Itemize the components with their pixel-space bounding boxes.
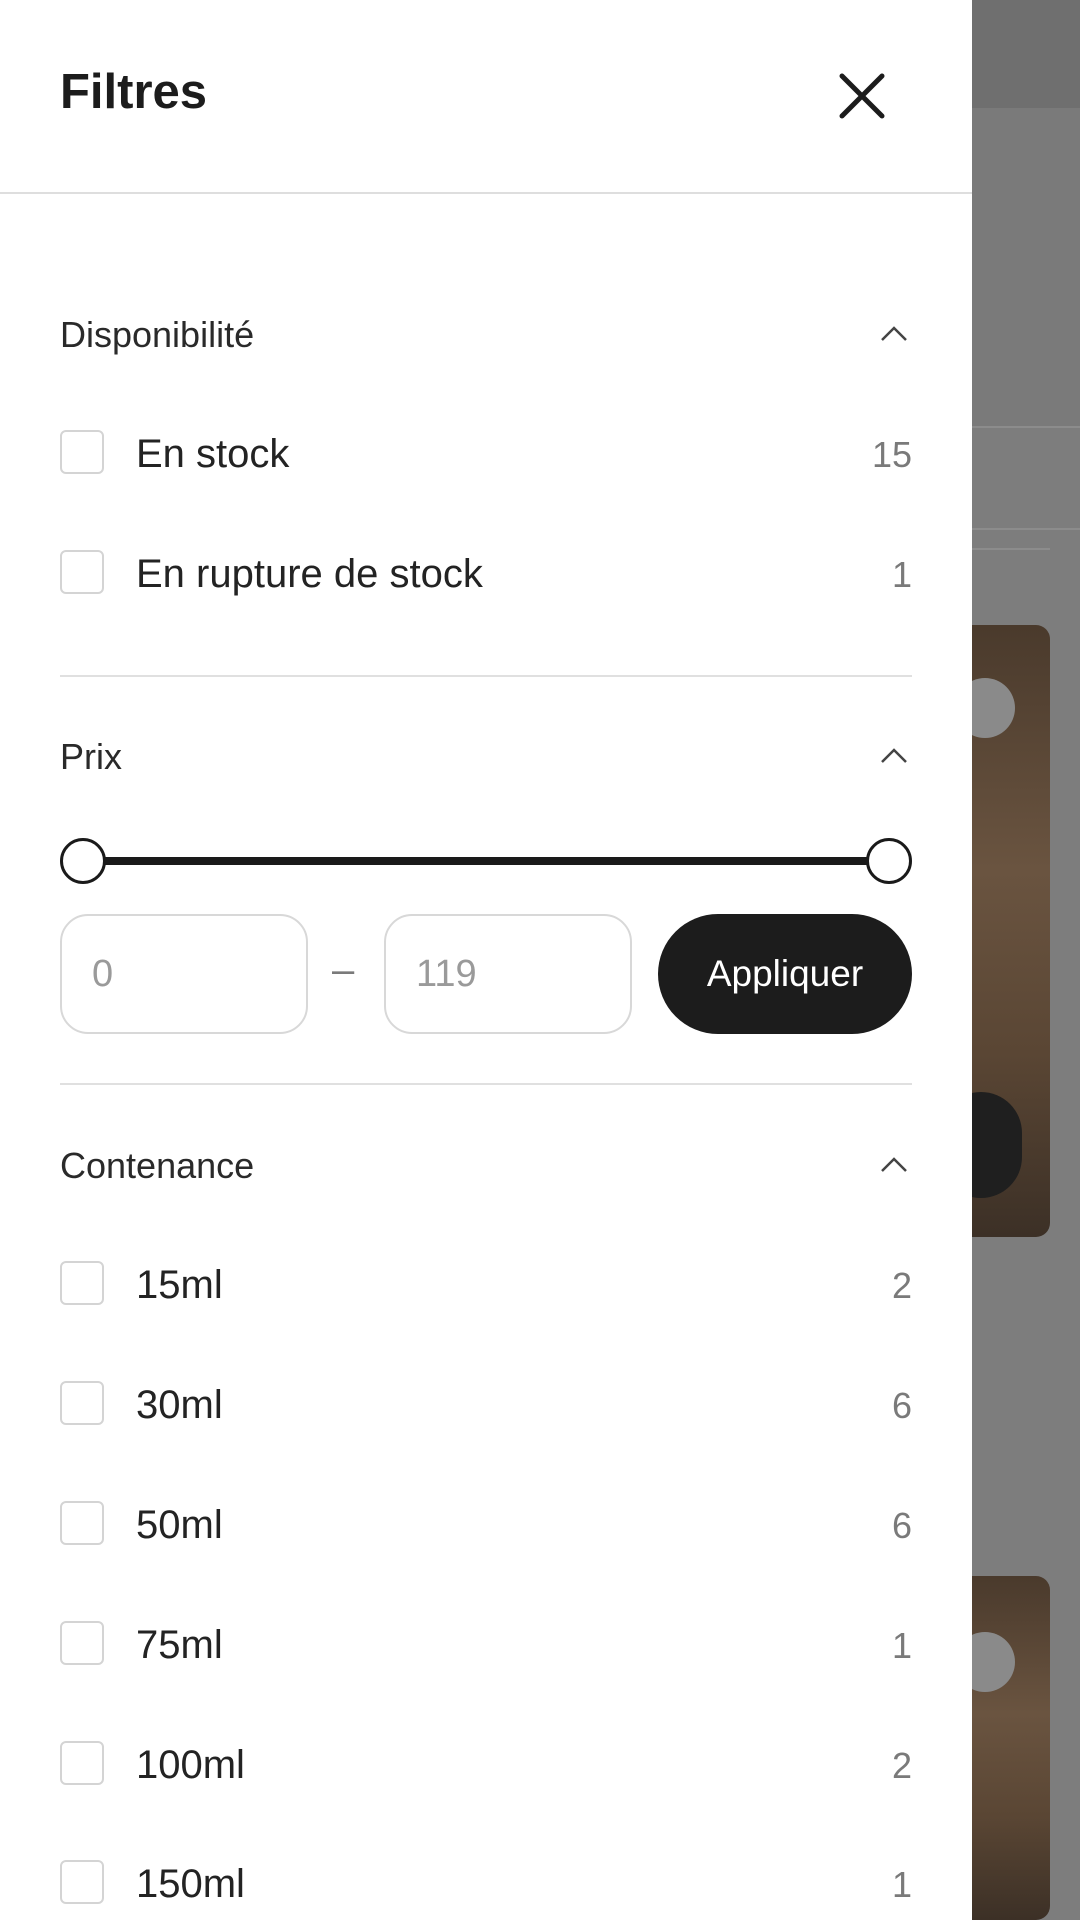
section-title-availability: Disponibilité [60,314,255,355]
option-label: 50ml [136,1503,223,1547]
option-count: 6 [891,1505,912,1546]
chevron-up-icon [881,1157,907,1172]
background-banner [972,108,1080,426]
filter-drawer: Filtres Disponibilité En stock 15 En rup… [0,0,972,1920]
option-count: 1 [891,554,912,595]
checkbox[interactable] [60,1381,104,1425]
section-divider [60,675,912,677]
checkbox[interactable] [60,1860,104,1904]
section-title-price: Prix [60,736,122,777]
option-label: 100ml [136,1743,245,1787]
option-label: 15ml [136,1263,223,1307]
option-count: 2 [891,1745,912,1786]
chevron-up-icon [881,748,907,763]
close-icon [839,73,885,119]
close-button[interactable] [830,64,894,128]
checkbox[interactable] [60,1501,104,1545]
option-out-of-stock[interactable]: En rupture de stock 1 [60,542,912,602]
option-count: 6 [891,1385,912,1426]
option-75ml[interactable]: 75ml 1 [60,1613,912,1673]
checkbox[interactable] [60,1621,104,1665]
slider-thumb-max[interactable] [866,838,912,884]
option-label: 150ml [136,1862,245,1906]
background-product-card [972,1576,1050,1920]
checkbox[interactable] [60,430,104,474]
option-count: 1 [891,1864,912,1905]
section-toggle-availability[interactable]: Disponibilité [60,302,912,362]
drawer-header: Filtres [0,0,972,194]
section-toggle-price[interactable]: Prix [60,724,912,784]
price-inputs-row: – Appliquer [60,914,912,1034]
option-150ml[interactable]: 150ml 1 [60,1852,912,1912]
checkbox[interactable] [60,550,104,594]
price-min-input[interactable] [60,914,308,1034]
price-range-slider[interactable] [60,838,912,884]
background-header [972,0,1080,108]
background-divider [972,426,1080,428]
option-15ml[interactable]: 15ml 2 [60,1253,912,1313]
slider-fill [82,857,890,865]
option-in-stock[interactable]: En stock 15 [60,422,912,482]
price-max-input[interactable] [384,914,632,1034]
background-divider [972,548,1050,550]
option-50ml[interactable]: 50ml 6 [60,1493,912,1553]
option-label: En rupture de stock [136,552,483,596]
option-100ml[interactable]: 100ml 2 [60,1733,912,1793]
option-count: 15 [871,434,912,475]
option-label: En stock [136,432,290,476]
slider-thumb-min[interactable] [60,838,106,884]
option-30ml[interactable]: 30ml 6 [60,1373,912,1433]
option-label: 30ml [136,1383,223,1427]
chevron-up-icon [881,326,907,341]
slider-track [82,857,890,865]
apply-button[interactable]: Appliquer [658,914,912,1034]
background-divider [972,528,1080,530]
drawer-title: Filtres [60,65,208,119]
section-title-capacity: Contenance [60,1145,255,1186]
option-label: 75ml [136,1623,223,1667]
option-count: 1 [891,1625,912,1666]
price-separator: – [332,948,355,992]
option-count: 2 [891,1265,912,1306]
section-toggle-capacity[interactable]: Contenance [60,1133,912,1193]
checkbox[interactable] [60,1741,104,1785]
checkbox[interactable] [60,1261,104,1305]
section-divider [60,1083,912,1085]
